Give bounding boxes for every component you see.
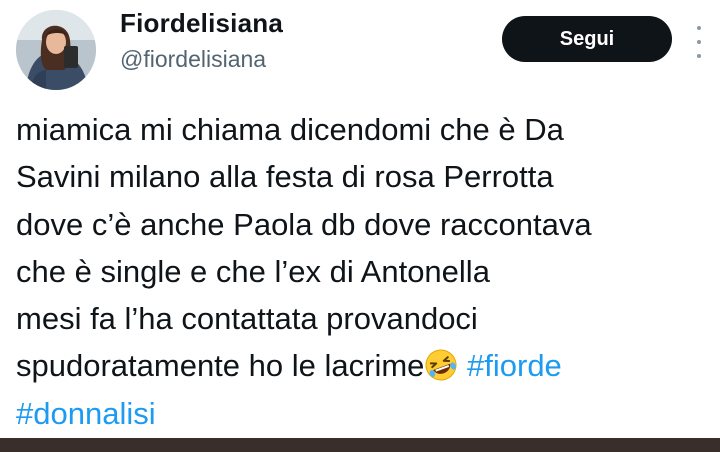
follow-button[interactable]: Segui <box>502 16 672 62</box>
tweet-line-text: spudoratamente ho le lacrime <box>16 348 425 384</box>
more-dot <box>697 40 701 44</box>
display-name[interactable]: Fiordelisiana <box>120 8 283 39</box>
tweet-line: che è single e che l’ex di Antonella <box>16 253 490 289</box>
tweet-line: miamica mi chiama dicendomi che è Da <box>16 112 564 147</box>
more-dot <box>697 54 701 58</box>
more-dot <box>697 26 701 30</box>
hashtag-link[interactable]: #fiorde <box>467 348 562 383</box>
bottom-bar <box>0 438 720 452</box>
profile-photo-icon <box>16 10 96 90</box>
hashtag-link[interactable]: #donnalisi <box>16 396 156 431</box>
laughing-emoji-icon <box>425 349 457 381</box>
tweet-card: Fiordelisiana @fiordelisiana Segui miami… <box>0 0 720 438</box>
tweet-text: miamica mi chiama dicendomi che è Da Sav… <box>16 106 706 437</box>
tweet-line: dove c’è anche Paola db dove raccontava <box>16 206 592 242</box>
user-handle[interactable]: @fiordelisiana <box>120 46 266 73</box>
avatar[interactable] <box>16 10 96 90</box>
tweet-line: mesi fa l’ha contattata provandoci <box>16 301 478 337</box>
tweet-line: #donnalisi <box>16 390 706 437</box>
tweet-line: Savini milano alla festa di rosa Perrott… <box>16 159 554 195</box>
tweet-line-with-hashtag: spudoratamente ho le lacrime #fiorde <box>16 342 706 389</box>
more-options-icon[interactable] <box>694 26 704 58</box>
